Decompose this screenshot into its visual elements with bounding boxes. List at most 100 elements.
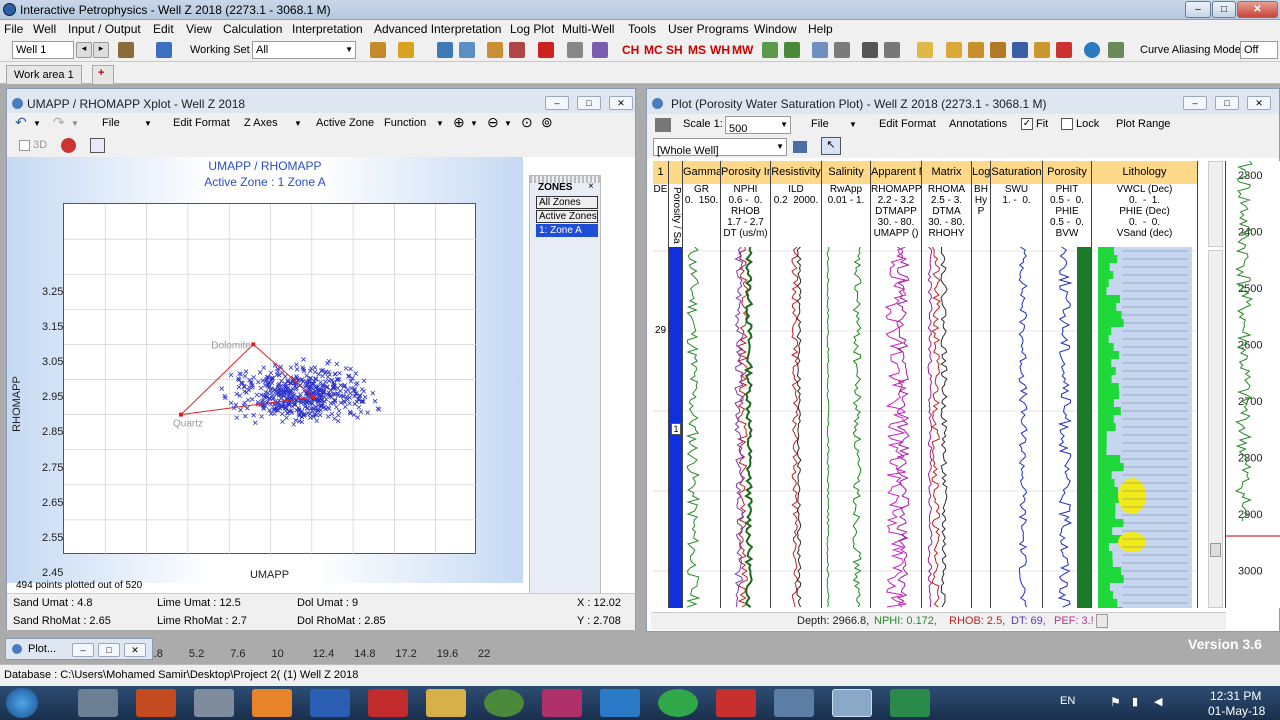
menu-interpretation[interactable]: Interpretation [292, 22, 363, 36]
taskbar-whatsapp-icon[interactable] [658, 689, 698, 717]
derrick-icon[interactable] [118, 42, 134, 58]
chevron-down-icon[interactable]: ▼ [294, 119, 302, 128]
vc-icon[interactable] [762, 42, 778, 58]
clock-time[interactable]: 12:31 PM [1210, 689, 1261, 703]
logplot-menu-annotations[interactable]: Annotations [949, 118, 1007, 130]
track-curve-header[interactable]: VWCL (Dec) 0. - 1. PHIE (Dec) 0. - 0. VS… [1092, 184, 1198, 247]
chevron-down-icon[interactable]: ▼ [504, 119, 512, 128]
new-folder-icon[interactable] [917, 42, 933, 58]
menu-log-plot[interactable]: Log Plot [510, 22, 554, 36]
mc-button[interactable]: MC [644, 43, 663, 57]
menu-user-programs[interactable]: User Programs [668, 22, 749, 36]
maximize-button[interactable]: □ [1212, 1, 1236, 18]
logplot-close-button[interactable]: ✕ [1247, 96, 1271, 110]
track-header[interactable]: Resistivity [771, 161, 822, 184]
well-combo[interactable]: Well 1 [12, 41, 74, 59]
zoom-in-icon[interactable]: ⊕ [453, 114, 465, 131]
table-icon[interactable] [793, 141, 807, 153]
depth-overview[interactable]: 2300 2400 2500 2600 2700 2800 2900 3000 [1225, 160, 1280, 608]
save-icon[interactable] [1012, 42, 1028, 58]
menu-window[interactable]: Window [754, 22, 797, 36]
track-body[interactable] [822, 247, 871, 608]
xplot-menu-function[interactable]: Function [384, 117, 426, 129]
taskbar-word-icon[interactable] [310, 689, 350, 717]
taskbar-app-icon[interactable] [542, 689, 582, 717]
track-header[interactable]: Lithology [1092, 161, 1198, 184]
track-curve-header[interactable]: DE [653, 184, 669, 247]
taskbar-explorer-icon[interactable] [426, 689, 466, 717]
close-icon[interactable]: × [588, 181, 594, 192]
logplot-minimize-button[interactable]: – [1183, 96, 1207, 110]
zone-item-active[interactable]: Active Zones [536, 210, 598, 223]
cursor-icon[interactable]: ↖ [821, 137, 841, 155]
table-icon[interactable] [459, 42, 475, 58]
track-header[interactable]: 1 [653, 161, 669, 184]
logplot-icon[interactable] [538, 42, 554, 58]
network-icon[interactable]: ▮ [1132, 695, 1138, 708]
report-icon[interactable] [834, 42, 850, 58]
track-curve-header[interactable]: GR 0. 150. [683, 184, 721, 247]
scrollbar-thumb[interactable] [1210, 543, 1221, 557]
open2-icon[interactable] [968, 42, 984, 58]
menu-tools[interactable]: Tools [628, 22, 656, 36]
track-body[interactable] [653, 247, 669, 608]
xplot-menu-z-axes[interactable]: Z Axes [244, 117, 278, 129]
taskbar-pdf-icon[interactable] [368, 689, 408, 717]
globe-icon[interactable] [1084, 42, 1100, 58]
redo-icon[interactable]: ↷ [53, 114, 65, 131]
move-icon[interactable] [862, 42, 878, 58]
next-well-button[interactable]: ▸ [93, 42, 109, 58]
menu-view[interactable]: View [186, 22, 212, 36]
track-header[interactable]: Porosity In [721, 161, 771, 184]
track-body[interactable] [871, 247, 922, 608]
body-scrollbar[interactable] [1208, 250, 1223, 608]
list-icon[interactable] [156, 42, 172, 58]
xplot-minimize-button[interactable]: – [545, 96, 569, 110]
taskbar-ip-icon[interactable] [774, 689, 814, 717]
language-indicator[interactable]: EN [1060, 695, 1075, 707]
track-header[interactable]: Gamma [683, 161, 721, 184]
track-curve-header[interactable]: NPHI 0.6 - 0. RHOB 1.7 - 2.7 DT (us/m) [721, 184, 771, 247]
taskbar-download-icon[interactable] [716, 689, 756, 717]
track-body[interactable] [1043, 247, 1092, 608]
print-icon[interactable] [655, 118, 671, 132]
track-header[interactable]: Apparent M [871, 161, 922, 184]
xplot-menu-edit-format[interactable]: Edit Format [173, 117, 230, 129]
taskbar-snipping-icon[interactable] [194, 689, 234, 717]
menu-calculation[interactable]: Calculation [223, 22, 282, 36]
logplot-menu-file[interactable]: File [811, 118, 829, 130]
track-curve-header[interactable]: PHIT 0.5 - 0. PHIE 0.5 - 0. BVW [1043, 184, 1092, 247]
chevron-down-icon[interactable]: ▼ [71, 119, 79, 128]
working-set-combo[interactable]: All ▼ [252, 41, 356, 59]
track-curve-header[interactable]: Porosity / Sa [669, 184, 683, 247]
menu-well[interactable]: Well [33, 22, 56, 36]
menu-advanced-interpretation[interactable]: Advanced Interpretation [374, 22, 501, 36]
track-body[interactable] [771, 247, 822, 608]
taskbar-ip-active-icon[interactable] [832, 689, 872, 717]
ch-button[interactable]: CH [622, 43, 639, 57]
track-header[interactable]: Log [972, 161, 991, 184]
zone-item-zone-a[interactable]: 1: Zone A [536, 224, 598, 237]
logplot-maximize-button[interactable]: □ [1215, 96, 1239, 110]
tab-work-area-1[interactable]: Work area 1 [6, 65, 82, 84]
restore-button[interactable]: – [72, 643, 94, 657]
sh-button[interactable]: SH [666, 43, 683, 57]
logplot-menu-edit-format[interactable]: Edit Format [879, 118, 936, 130]
filter-icon[interactable] [812, 42, 828, 58]
xplot-menu-file[interactable]: File [102, 117, 120, 129]
record-icon[interactable] [61, 138, 76, 153]
taskbar-excel-icon[interactable] [890, 689, 930, 717]
xplot-menu-active-zone[interactable]: Active Zone [316, 117, 374, 129]
open-icon[interactable] [946, 42, 962, 58]
scatter-plot-area[interactable]: Quartz Dolomite [63, 203, 477, 555]
track-curve-header[interactable]: ILD 0.2 2000. [771, 184, 822, 247]
tool-icon[interactable] [370, 42, 386, 58]
scale-combo[interactable]: 500 ▼ [725, 116, 791, 135]
range-combo[interactable]: [Whole Well] ▼ [653, 138, 787, 157]
fit-checkbox[interactable]: ✓ [1021, 118, 1033, 130]
ms-button[interactable]: MS [688, 43, 706, 57]
calc-icon[interactable] [784, 42, 800, 58]
track-curve-header[interactable]: RwApp 0.01 - 1. [822, 184, 871, 247]
track-body[interactable] [1092, 247, 1198, 608]
track-header[interactable] [669, 161, 683, 184]
